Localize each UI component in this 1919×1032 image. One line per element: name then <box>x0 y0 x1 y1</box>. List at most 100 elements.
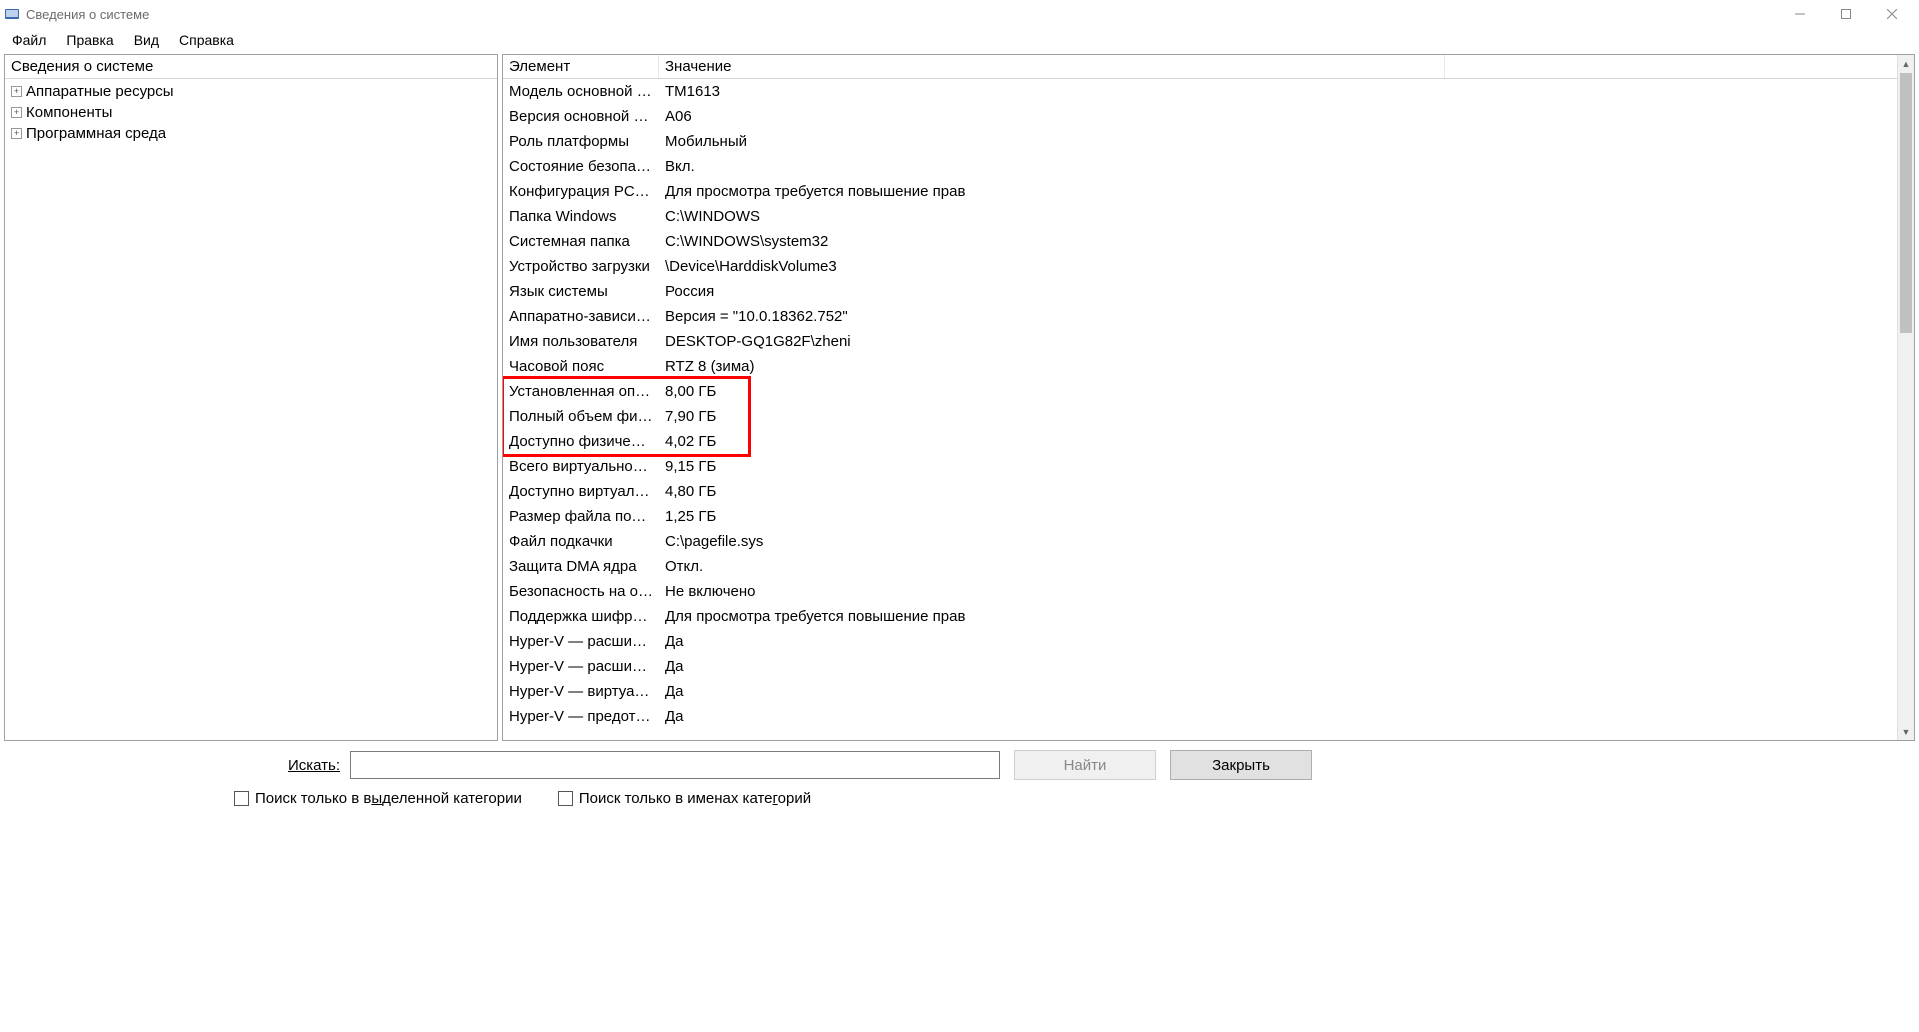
cell-value: RTZ 8 (зима) <box>659 357 1897 376</box>
tree-item-label: Программная среда <box>26 125 166 142</box>
cell-element: Всего виртуальной … <box>503 457 659 476</box>
table-row[interactable]: Папка WindowsC:\WINDOWS <box>503 204 1897 229</box>
table-row[interactable]: Hyper-V — расшир…Да <box>503 654 1897 679</box>
cell-value: C:\pagefile.sys <box>659 532 1897 551</box>
maximize-button[interactable] <box>1823 0 1869 28</box>
table-row[interactable]: Hyper-V — виртуал…Да <box>503 679 1897 704</box>
cell-element: Поддержка шифро… <box>503 607 659 626</box>
menu-help[interactable]: Справка <box>169 30 244 50</box>
search-input[interactable] <box>350 751 1000 779</box>
checkbox-category-names[interactable]: Поиск только в именах категорий <box>558 790 811 807</box>
cell-element: Часовой пояс <box>503 357 659 376</box>
table-row[interactable]: Язык системыРоссия <box>503 279 1897 304</box>
cell-value: Да <box>659 632 1897 651</box>
table-row[interactable]: Hyper-V — расшир…Да <box>503 629 1897 654</box>
menu-view[interactable]: Вид <box>124 30 169 50</box>
tree-item[interactable]: + Компоненты <box>5 102 497 123</box>
scroll-down-icon[interactable]: ▼ <box>1898 723 1914 740</box>
cell-element: Полный объем физ… <box>503 407 659 426</box>
cell-element: Защита DMA ядра <box>503 557 659 576</box>
close-button[interactable] <box>1869 0 1915 28</box>
table-row[interactable]: Системная папкаC:\WINDOWS\system32 <box>503 229 1897 254</box>
table-row[interactable]: Всего виртуальной …9,15 ГБ <box>503 454 1897 479</box>
table-row[interactable]: Файл подкачкиC:\pagefile.sys <box>503 529 1897 554</box>
window-controls <box>1777 0 1915 28</box>
cell-value: 1,25 ГБ <box>659 507 1897 526</box>
cell-value: Откл. <box>659 557 1897 576</box>
table-row[interactable]: Роль платформыМобильный <box>503 129 1897 154</box>
menu-edit[interactable]: Правка <box>56 30 123 50</box>
table-row[interactable]: Безопасность на ос…Не включено <box>503 579 1897 604</box>
cell-element: Устройство загрузки <box>503 257 659 276</box>
checkbox-selected-category[interactable]: Поиск только в выделенной категории <box>234 790 522 807</box>
table-row[interactable]: Часовой поясRTZ 8 (зима) <box>503 354 1897 379</box>
cell-value: Да <box>659 707 1897 726</box>
close-search-button[interactable]: Закрыть <box>1170 750 1312 780</box>
cell-value: C:\WINDOWS\system32 <box>659 232 1897 251</box>
app-icon <box>4 6 20 22</box>
cell-value: Да <box>659 682 1897 701</box>
table-row[interactable]: Hyper-V — предотв…Да <box>503 704 1897 729</box>
menu-file[interactable]: Файл <box>2 30 56 50</box>
cell-value: 9,15 ГБ <box>659 457 1897 476</box>
cell-value: TM1613 <box>659 82 1897 101</box>
tree-item[interactable]: + Программная среда <box>5 123 497 144</box>
column-header-element[interactable]: Элемент <box>503 55 659 78</box>
cell-value: Россия <box>659 282 1897 301</box>
scroll-thumb[interactable] <box>1900 73 1912 333</box>
table-row[interactable]: Аппаратно-зависи…Версия = "10.0.18362.75… <box>503 304 1897 329</box>
table-row[interactable]: Полный объем физ…7,90 ГБ <box>503 404 1897 429</box>
tree-panel: Сведения о системе + Аппаратные ресурсы + К… <box>4 54 498 741</box>
cell-value: Для просмотра требуется повышение прав <box>659 607 1897 626</box>
cell-element: Аппаратно-зависи… <box>503 307 659 326</box>
cell-element: Безопасность на ос… <box>503 582 659 601</box>
cell-value: 8,00 ГБ <box>659 382 1897 401</box>
table-row[interactable]: Версия основной п…A06 <box>503 104 1897 129</box>
plus-icon[interactable]: + <box>11 86 22 97</box>
cell-element: Состояние безопас… <box>503 157 659 176</box>
table-row[interactable]: Защита DMA ядраОткл. <box>503 554 1897 579</box>
cell-element: Язык системы <box>503 282 659 301</box>
scroll-up-icon[interactable]: ▲ <box>1898 55 1914 72</box>
cell-element: Системная папка <box>503 232 659 251</box>
tree-item-label: Аппаратные ресурсы <box>26 83 174 100</box>
cell-value: C:\WINDOWS <box>659 207 1897 226</box>
column-header-value[interactable]: Значение <box>659 55 1445 78</box>
tree-item[interactable]: + Аппаратные ресурсы <box>5 81 497 102</box>
table-row[interactable]: Размер файла подк…1,25 ГБ <box>503 504 1897 529</box>
table-row[interactable]: Имя пользователяDESKTOP-GQ1G82F\zheni <box>503 329 1897 354</box>
cell-element: Файл подкачки <box>503 532 659 551</box>
table-row[interactable]: Конфигурация PCR7Для просмотра требуется… <box>503 179 1897 204</box>
details-header: Элемент Значение <box>503 55 1897 79</box>
plus-icon[interactable]: + <box>11 128 22 139</box>
cell-value: DESKTOP-GQ1G82F\zheni <box>659 332 1897 351</box>
window-title: Сведения о системе <box>26 7 149 22</box>
cell-element: Версия основной п… <box>503 107 659 126</box>
table-row[interactable]: Состояние безопас…Вкл. <box>503 154 1897 179</box>
cell-element: Установленная опе… <box>503 382 659 401</box>
table-row[interactable]: Установленная опе…8,00 ГБ <box>503 379 1897 404</box>
tree-item-label: Компоненты <box>26 104 112 121</box>
cell-element: Роль платформы <box>503 132 659 151</box>
table-row[interactable]: Доступно физичес…4,02 ГБ <box>503 429 1897 454</box>
cell-value: 4,80 ГБ <box>659 482 1897 501</box>
table-row[interactable]: Поддержка шифро…Для просмотра требуется … <box>503 604 1897 629</box>
cell-element: Hyper-V — предотв… <box>503 707 659 726</box>
cell-element: Модель основной … <box>503 82 659 101</box>
minimize-button[interactable] <box>1777 0 1823 28</box>
tree-root[interactable]: Сведения о системе <box>5 55 497 79</box>
cell-element: Hyper-V — виртуал… <box>503 682 659 701</box>
checkbox-label: Поиск только в именах категорий <box>579 790 811 807</box>
table-row[interactable]: Доступно виртуаль…4,80 ГБ <box>503 479 1897 504</box>
cell-value: Не включено <box>659 582 1897 601</box>
vertical-scrollbar[interactable]: ▲ ▼ <box>1897 55 1914 740</box>
column-header-empty[interactable] <box>1445 55 1897 78</box>
cell-value: Для просмотра требуется повышение прав <box>659 182 1897 201</box>
menubar: Файл Правка Вид Справка <box>0 28 1919 52</box>
table-row[interactable]: Модель основной …TM1613 <box>503 79 1897 104</box>
cell-value: \Device\HarddiskVolume3 <box>659 257 1897 276</box>
table-row[interactable]: Устройство загрузки\Device\HarddiskVolum… <box>503 254 1897 279</box>
plus-icon[interactable]: + <box>11 107 22 118</box>
find-button[interactable]: Найти <box>1014 750 1156 780</box>
checkbox-icon <box>558 791 573 806</box>
